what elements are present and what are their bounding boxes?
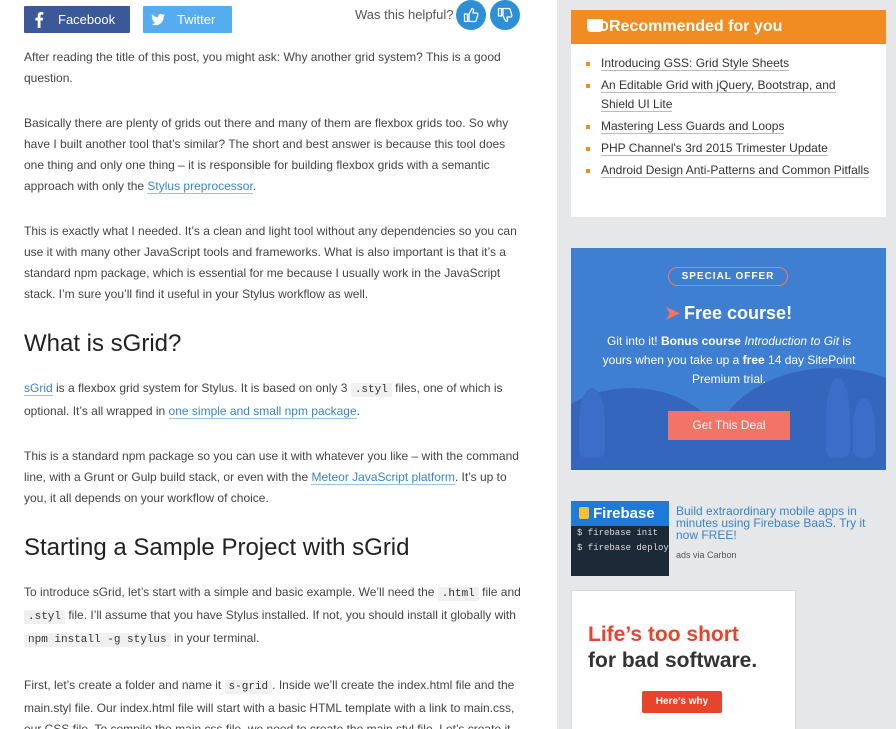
paragraph-text: is a flexbox grid system for Stylus. It … xyxy=(52,381,351,395)
section-heading: What is sGrid? xyxy=(24,330,182,357)
paragraph: This is exactly what I needed. It’s a cl… xyxy=(24,224,517,301)
section-heading: Starting a Sample Project with sGrid xyxy=(24,534,410,561)
firebase-command: $ firebase init xyxy=(577,528,659,538)
recommended-link[interactable]: Android Design Anti-Patterns and Common … xyxy=(601,163,870,178)
thumbs-down-icon xyxy=(497,7,513,23)
recommended-item[interactable]: Introducing GSS: Grid Style Sheets xyxy=(585,54,872,73)
paragraph: This is a standard npm package so you ca… xyxy=(24,446,524,509)
offer-text: Introduction to Git xyxy=(744,334,840,348)
bad-software-banner[interactable]: Life’s too short for bad software. Here’… xyxy=(571,590,796,729)
twitter-icon xyxy=(143,6,173,33)
coffee-cup-icon xyxy=(587,19,608,32)
article-column: Facebook Twitter Was this helpful? After… xyxy=(0,0,557,729)
offer-title: ➤ Free course! xyxy=(571,301,886,325)
recommended-link[interactable]: Introducing GSS: Grid Style Sheets xyxy=(601,56,790,71)
thumbs-up-icon xyxy=(463,7,479,23)
sgrid-link[interactable]: sGrid xyxy=(24,381,53,396)
helpful-question: Was this helpful? xyxy=(355,7,454,22)
paragraph: After reading the title of this post, yo… xyxy=(24,50,501,85)
rocket-icon: ➤ xyxy=(664,303,681,323)
twitter-share-button[interactable]: Twitter xyxy=(143,6,232,33)
inline-code: npm install -g stylus xyxy=(24,633,171,647)
paragraph-text: . xyxy=(252,179,257,193)
paragraph-text: file and xyxy=(478,585,521,599)
firebase-flame-icon xyxy=(579,507,589,519)
offer-description: Git into it! Bonus course Introduction t… xyxy=(599,332,859,389)
inline-code: .styl xyxy=(24,610,66,624)
recommended-item[interactable]: Android Design Anti-Patterns and Common … xyxy=(585,161,872,180)
paragraph: sGrid is a flexbox grid system for Stylu… xyxy=(24,378,524,422)
recommended-link[interactable]: Mastering Less Guards and Loops xyxy=(601,119,785,134)
offer-text: Git into it! xyxy=(606,334,661,348)
get-this-deal-button[interactable]: Get This Deal xyxy=(668,411,790,440)
thumbs-down-button[interactable] xyxy=(490,0,520,30)
firebase-logo: Firebase xyxy=(571,501,669,526)
thumbs-up-button[interactable] xyxy=(456,0,486,30)
recommended-item[interactable]: PHP Channel's 3rd 2015 Trimester Update xyxy=(585,139,872,158)
offer-title-text: Free course! xyxy=(684,303,793,323)
paragraph-text: Basically there are plenty of grids out … xyxy=(24,116,509,193)
paragraph-text: . xyxy=(356,404,360,418)
offer-text: free xyxy=(742,353,765,367)
background-tree xyxy=(579,388,605,458)
stylus-preprocessor-link[interactable]: Stylus preprocessor xyxy=(147,179,253,194)
inline-code: .html xyxy=(437,587,479,601)
paragraph: Basically there are plenty of grids out … xyxy=(24,113,524,197)
special-offer-badge: SPECIAL OFFER xyxy=(668,267,788,286)
ads-via-carbon-link[interactable]: ads via Carbon xyxy=(676,550,737,560)
banner-subheadline: for bad software. xyxy=(588,649,758,672)
recommended-link[interactable]: PHP Channel's 3rd 2015 Trimester Update xyxy=(601,141,828,156)
twitter-label: Twitter xyxy=(177,12,216,27)
share-bar: Facebook Twitter Was this helpful? xyxy=(24,0,524,34)
paragraph-text: To introduce sGrid, let’s start with a s… xyxy=(24,585,438,599)
background-tree xyxy=(826,378,850,458)
recommended-header: Recommended for you xyxy=(571,10,886,44)
facebook-icon xyxy=(24,6,54,33)
firebase-brand: Firebase xyxy=(593,505,655,522)
firebase-command: $ firebase deploy xyxy=(577,543,669,553)
special-offer-banner: SPECIAL OFFER ➤ Free course! Git into it!… xyxy=(571,248,886,470)
recommended-box: Recommended for you Introducing GSS: Gri… xyxy=(571,10,886,217)
paragraph: To introduce sGrid, let’s start with a s… xyxy=(24,582,524,651)
background-tree xyxy=(853,398,875,458)
paragraph-text: file. I’ll assume that you have Stylus i… xyxy=(65,608,516,622)
meteor-platform-link[interactable]: Meteor JavaScript platform xyxy=(311,470,455,485)
inline-code: s-grid xyxy=(224,680,273,694)
paragraph: First, let’s create a folder and name it… xyxy=(24,675,524,729)
heres-why-button[interactable]: Here’s why xyxy=(642,691,722,713)
firebase-ad-image[interactable]: Firebase $ firebase init $ firebase depl… xyxy=(571,501,669,576)
banner-headline: Life’s too short xyxy=(588,623,739,646)
npm-package-link[interactable]: one simple and small npm package xyxy=(168,404,357,419)
carbon-ad-link[interactable]: Build extraordinary mobile apps in minut… xyxy=(676,505,886,541)
offer-text: Bonus course xyxy=(660,334,745,348)
recommended-item[interactable]: Mastering Less Guards and Loops xyxy=(585,117,872,136)
facebook-share-button[interactable]: Facebook xyxy=(24,6,130,33)
paragraph-text: in your terminal. xyxy=(170,631,260,645)
facebook-label: Facebook xyxy=(58,12,116,27)
recommended-title: Recommended for you xyxy=(609,18,783,35)
paragraph-text: First, let’s create a folder and name it xyxy=(24,678,225,692)
sidebar: Recommended for you Introducing GSS: Gri… xyxy=(557,0,896,729)
inline-code: .styl xyxy=(350,383,392,397)
recommended-link[interactable]: An Editable Grid with jQuery, Bootstrap,… xyxy=(601,78,836,112)
carbon-ad: Firebase $ firebase init $ firebase depl… xyxy=(571,501,886,577)
article-body: After reading the title of this post, yo… xyxy=(24,47,524,729)
recommended-list: Introducing GSS: Grid Style Sheets An Ed… xyxy=(571,44,886,180)
recommended-item[interactable]: An Editable Grid with jQuery, Bootstrap,… xyxy=(585,76,872,114)
